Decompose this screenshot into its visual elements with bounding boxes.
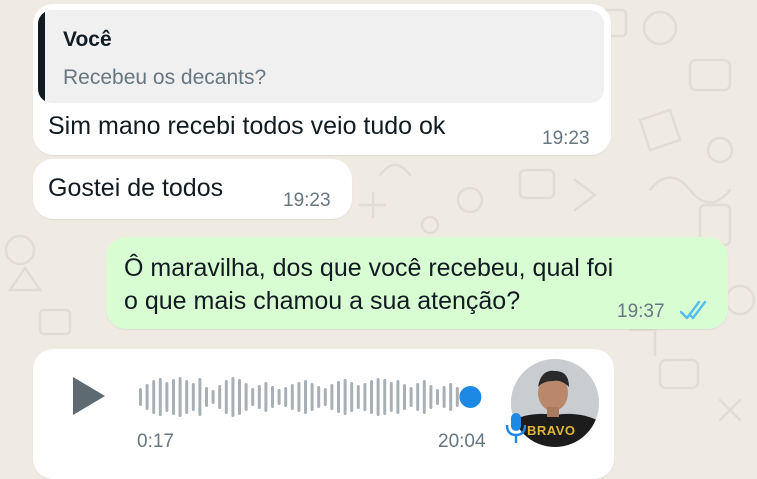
avatar-shirt-text: BRAVO [527, 423, 576, 438]
waveform-bar [370, 380, 373, 414]
quoted-message[interactable]: Você Recebeu os decants? [38, 10, 604, 103]
waveform-bar [145, 384, 149, 410]
message-text-line-2: o que mais chamou a sua atenção? [124, 287, 521, 315]
waveform-bar [389, 382, 393, 412]
waveform-bar [337, 381, 340, 413]
waveform-bar [284, 387, 288, 407]
message-text: Sim mano recebi todos veio tudo ok [48, 112, 446, 140]
waveform-bar [376, 378, 380, 416]
waveform-bar [264, 382, 268, 412]
quote-author: Você [63, 28, 112, 51]
waveform-bar [442, 386, 446, 408]
waveform-bar [304, 380, 307, 414]
waveform-bar [449, 383, 453, 411]
message-text-line-1: Ô maravilha, dos que você recebeu, qual … [124, 254, 614, 282]
waveform-bar [231, 377, 235, 417]
message-time: 19:23 [542, 128, 590, 149]
message-time: 20:04 [438, 431, 486, 452]
waveform-bar [271, 386, 274, 408]
voice-waveform[interactable] [137, 375, 497, 419]
waveform-bar [244, 383, 248, 411]
waveform-bar [172, 379, 175, 415]
waveform-bar [251, 388, 255, 406]
waveform-bar [139, 388, 142, 406]
play-icon[interactable] [71, 375, 107, 417]
waveform-bar [436, 389, 439, 405]
quote-text: Recebeu os decants? [63, 66, 267, 89]
waveform-bar [290, 384, 294, 410]
waveform-bar [185, 380, 189, 414]
waveform-bar [383, 379, 387, 415]
waveform-bar [277, 389, 281, 405]
waveform-bar [429, 385, 433, 409]
waveform-bar [297, 382, 301, 412]
waveform-bar [416, 383, 420, 411]
waveform-bar [323, 388, 327, 406]
microphone-icon [505, 413, 527, 443]
waveform-bar [198, 378, 202, 416]
waveform-bar [152, 380, 156, 414]
waveform-bar [356, 385, 360, 409]
double-check-icon [679, 300, 707, 320]
playback-position-dot[interactable] [459, 386, 482, 408]
waveform-bar [178, 377, 182, 417]
waveform-bar [455, 387, 459, 407]
waveform-bar [165, 382, 169, 412]
message-bubble-received[interactable]: Você Recebeu os decants? Sim mano recebi… [33, 4, 611, 155]
waveform-bar [224, 380, 228, 414]
message-bubble-received[interactable]: Gostei de todos 19:23 [33, 159, 352, 219]
quote-accent-bar [38, 10, 45, 103]
waveform-bar [238, 379, 241, 415]
waveform-bar [317, 386, 321, 408]
waveform-bar [330, 384, 334, 410]
waveform-bar [205, 387, 208, 407]
voice-duration: 0:17 [137, 431, 174, 452]
waveform-bar [396, 380, 400, 414]
waveform-bar [350, 382, 354, 412]
waveform-bar [343, 379, 347, 415]
waveform-bar [409, 387, 413, 407]
message-time: 19:37 [617, 301, 665, 322]
message-time: 19:23 [283, 190, 331, 211]
waveform-bar [422, 380, 426, 414]
voice-message-bubble[interactable]: 0:17 20:04 BRAVO [33, 349, 614, 479]
waveform-bar [310, 383, 314, 411]
waveform-bar [218, 385, 222, 409]
waveform-bar [211, 390, 215, 404]
message-text: Gostei de todos [48, 174, 224, 202]
waveform-bar [191, 383, 195, 411]
waveform-bar [403, 384, 406, 410]
waveform-bar [363, 383, 367, 411]
message-bubble-sent[interactable]: Ô maravilha, dos que você recebeu, qual … [106, 237, 728, 329]
waveform-bar [158, 378, 162, 416]
waveform-bar [257, 385, 261, 409]
